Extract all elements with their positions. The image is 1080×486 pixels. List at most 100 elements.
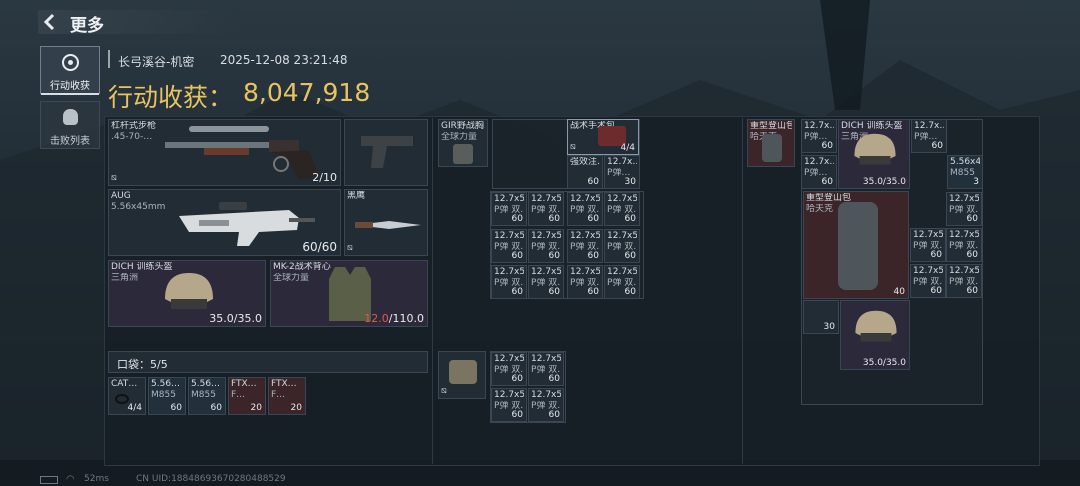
item-count: 60: [548, 287, 560, 297]
item-name: 12.7x5…: [570, 267, 600, 277]
ammo-item[interactable]: 12.7x5…P弹 双…60: [491, 352, 527, 386]
helmet-icon: [855, 310, 897, 342]
item-count: 60: [821, 177, 833, 187]
durability: 35.0/35.0: [862, 358, 906, 368]
item-name: 5.56…: [151, 379, 181, 389]
ammo-item[interactable]: 12.7x5…P弹 双…60: [604, 265, 640, 299]
inner-backpack[interactable]: 重型登山包 哈夫克 40: [803, 191, 909, 299]
ammo-item[interactable]: 12.7x5…P弹 双…60: [567, 192, 603, 226]
armor-slot[interactable]: MK-2战术背心 全球力量 12.0/110.0: [270, 260, 428, 327]
backpack-ammo[interactable]: 12.7x55…P弹 双…60: [946, 228, 982, 262]
backpack-m855[interactable]: 5.56x45… M855 3: [947, 155, 983, 189]
secondary-weapon-slot[interactable]: AUG 5.56x45mm 60/60: [108, 189, 341, 256]
item-name: 12.7x5…: [607, 231, 637, 241]
backpack-ammo[interactable]: 12.7x55…P弹 双…60: [946, 264, 982, 298]
pocket-item[interactable]: 5.56… M855 60: [188, 377, 226, 415]
backpack-helmet[interactable]: DICH 训练头盔 三角洲 35.0/35.0: [838, 119, 910, 189]
ammo-item[interactable]: 12.7x5…P弹 双…60: [528, 352, 564, 386]
melee-slot[interactable]: 黑鹰 ⧅: [344, 189, 428, 256]
helmet-icon: [165, 273, 213, 309]
item-name: 12.7x5…: [570, 231, 600, 241]
item-count: 30: [624, 177, 636, 187]
pouch-slot[interactable]: ⧅: [438, 351, 486, 399]
wifi-icon: ◠: [66, 474, 75, 485]
item-count: 4/4: [127, 403, 142, 413]
item-name: 12.7x5…: [494, 267, 524, 277]
durability: 12.0/110.0: [364, 312, 424, 325]
item-count: 60: [511, 374, 523, 384]
medkit-item[interactable]: 战术手术包 ⧅ 4/4: [567, 119, 639, 155]
ammo-item[interactable]: 12.7x5…P弹 双…60: [528, 229, 564, 263]
item-name: 12.7x5…: [531, 390, 561, 400]
primary-weapon-slot[interactable]: 杠杆式步枪 .45-70-… ⧅ 2/10: [108, 119, 341, 186]
ammo-item[interactable]: 12.7x… P弹… 30: [604, 155, 640, 189]
ammo-count: 2/10: [312, 171, 337, 184]
item-name: 黑鹰: [347, 191, 366, 201]
item-name: 强效注…: [570, 157, 600, 167]
ammo-item[interactable]: 12.7x5…P弹 双…60: [528, 192, 564, 226]
lock-icon: ⧅: [347, 243, 353, 253]
item-count: 60: [821, 141, 833, 151]
item-count: 60: [966, 286, 978, 296]
item-name: 12.7x55…: [949, 230, 979, 240]
backpack-ammo[interactable]: 12.7x… P弹… 60: [801, 119, 837, 153]
backpack-ammo[interactable]: 12.7x55…P弹 双…60: [910, 228, 946, 262]
pocket-item[interactable]: FTX… F… 20: [228, 377, 266, 415]
backpack-ammo[interactable]: 12.7x… P弹… 60: [911, 119, 947, 153]
ammo-item[interactable]: 12.7x5…P弹 双…60: [604, 192, 640, 226]
chest-rig-slot[interactable]: GIR野战胸… 全球力量: [438, 119, 488, 167]
backpack-slot[interactable]: 重型登山包 哈夫克: [747, 119, 795, 167]
item-sub: F…: [271, 390, 286, 400]
item-name: 12.7x5…: [531, 267, 561, 277]
ammo-count: 60/60: [302, 240, 337, 254]
item-count: 60: [170, 403, 182, 413]
ammo-item[interactable]: 12.7x5…P弹 双…60: [491, 192, 527, 226]
item-name: GIR野战胸…: [441, 121, 485, 131]
ammo-item[interactable]: 12.7x5…P弹 双…60: [604, 229, 640, 263]
item-count: 60: [624, 214, 636, 224]
item-name: FTX…: [271, 379, 297, 389]
item-name: 12.7x…: [804, 121, 834, 131]
ammo-item[interactable]: 12.7x5…P弹 双…60: [528, 388, 564, 422]
ping-text: 52ms: [84, 474, 109, 484]
item-name: CAT…: [111, 379, 138, 389]
helmet-slot[interactable]: DICH 训练头盔 三角洲 35.0/35.0: [108, 260, 266, 327]
item-count: 60: [548, 374, 560, 384]
ammo-item[interactable]: 12.7x5…P弹 双…60: [567, 229, 603, 263]
item-name: 12.7x…: [914, 121, 944, 131]
ammo-item[interactable]: 12.7x5…P弹 双…60: [528, 265, 564, 299]
uid-text: CN UID:18848693670280488529: [136, 474, 286, 484]
item-sub: M855: [151, 390, 176, 400]
pistol-slot[interactable]: [344, 119, 428, 186]
backpack-helmet[interactable]: 35.0/35.0: [840, 300, 910, 370]
item-name: 12.7x55…: [949, 266, 979, 276]
battery-icon: [40, 476, 58, 484]
item-name: FTX…: [231, 379, 257, 389]
pouch-icon: [449, 360, 477, 384]
item-name: 12.7x5…: [494, 390, 524, 400]
ammo-item[interactable]: 12.7x5…P弹 双…60: [491, 265, 527, 299]
pocket-item[interactable]: 5.56… M855 60: [148, 377, 186, 415]
lock-icon: ⧅: [441, 386, 447, 396]
ammo-item[interactable]: 12.7x5…P弹 双…60: [491, 229, 527, 263]
item-count: 60: [511, 287, 523, 297]
backpack-ammo[interactable]: 12.7x55…P弹 双…60: [910, 264, 946, 298]
pocket-item[interactable]: FTX… F… 20: [268, 377, 306, 415]
backpack-ammo[interactable]: 12.7x… P弹… 60: [801, 155, 837, 189]
item-count: 40: [893, 287, 905, 297]
item-name: 12.7x…: [607, 157, 637, 167]
backpack-ammo[interactable]: 30: [803, 300, 839, 334]
ammo-item[interactable]: 12.7x5…P弹 双…60: [567, 265, 603, 299]
pocket-header: 口袋：5/5: [108, 351, 428, 373]
backpack-icon: [838, 202, 878, 290]
ammo-item[interactable]: 12.7x5…P弹 双…60: [491, 388, 527, 422]
item-count: 20: [250, 403, 262, 413]
item-count: 60: [548, 251, 560, 261]
backpack-ammo[interactable]: 12.7x55…P弹 双…60: [946, 192, 982, 226]
item-name: 12.7x5…: [531, 231, 561, 241]
item-sub: F…: [231, 390, 246, 400]
item-count: 60: [624, 287, 636, 297]
item-name: 12.7x55…: [949, 194, 979, 204]
pocket-item[interactable]: CAT… 4/4: [108, 377, 146, 415]
injector-item[interactable]: 强效注… 60: [567, 155, 603, 189]
